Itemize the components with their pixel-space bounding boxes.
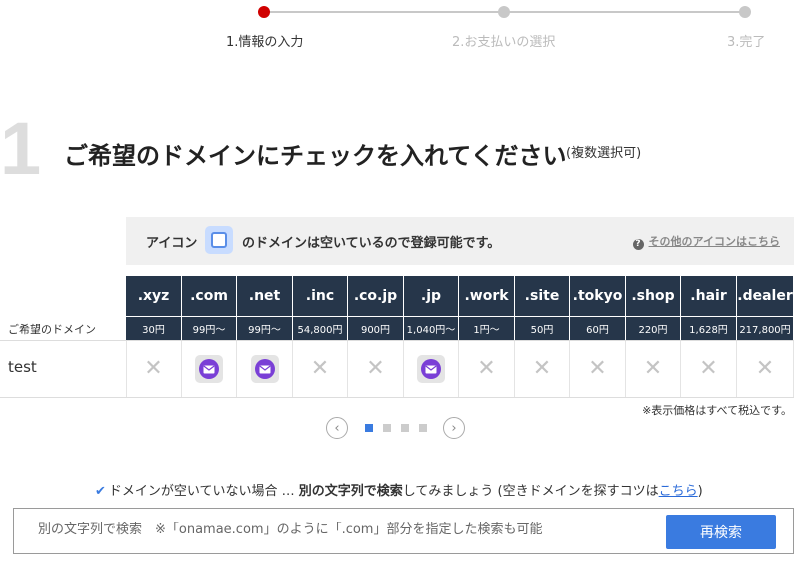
- tip-text: ドメインが空いていない場合 …: [108, 484, 299, 499]
- close-icon: ✕: [366, 356, 385, 381]
- unavailable-cell: ✕: [515, 341, 570, 397]
- tips-link[interactable]: こちら: [659, 484, 698, 499]
- tld-header: .tokyo: [570, 276, 626, 316]
- divider: [0, 340, 794, 341]
- legend-prefix: アイコン: [146, 236, 198, 251]
- legend-suffix: のドメインは空いているので登録可能です。: [242, 236, 501, 251]
- tld-price: 1,628円: [681, 317, 737, 340]
- close-icon: ✕: [699, 356, 718, 381]
- unavailable-cell: ✕: [126, 341, 182, 397]
- page-dot[interactable]: [383, 424, 391, 432]
- progress-stepper: 1.情報の入力 2.お支払いの選択 3.完了: [0, 0, 800, 60]
- tld-header: .jp: [404, 276, 459, 316]
- close-icon: ✕: [477, 356, 496, 381]
- available-icon[interactable]: [417, 355, 445, 383]
- available-domain-checkbox[interactable]: [237, 341, 293, 397]
- tld-price: 99円〜: [182, 317, 237, 340]
- step-label-1: 1.情報の入力: [226, 35, 304, 50]
- available-domain-checkbox[interactable]: [182, 341, 237, 397]
- icon-legend: アイコン のドメインは空いているので登録可能です。 ? その他のアイコンはこちら: [126, 217, 794, 265]
- page-dot[interactable]: [365, 424, 373, 432]
- step-dot-3: [739, 6, 751, 18]
- tld-header: .co.jp: [348, 276, 404, 316]
- unavailable-cell: ✕: [348, 341, 404, 397]
- tld-price: 30円: [126, 317, 182, 340]
- close-icon: ✕: [532, 356, 552, 381]
- tld-price: 900円: [348, 317, 404, 340]
- unavailable-cell: ✕: [459, 341, 515, 397]
- tld-header: .inc: [293, 276, 348, 316]
- step-label-2: 2.お支払いの選択: [452, 35, 556, 50]
- unavailable-cell: ✕: [293, 341, 348, 397]
- divider: [0, 397, 794, 398]
- search-tip: ✔ ドメインが空いていない場合 … 別の文字列で検索してみましょう (空きドメイン…: [95, 480, 703, 499]
- tld-header: .work: [459, 276, 515, 316]
- step-dot-2: [498, 6, 510, 18]
- research-button[interactable]: 再検索: [666, 515, 776, 549]
- tld-header: .net: [237, 276, 293, 316]
- page-dot[interactable]: [401, 424, 409, 432]
- unavailable-cell: ✕: [626, 341, 681, 397]
- tax-note: ※表示価格はすべて税込です。: [642, 404, 792, 417]
- mail-icon: [199, 359, 219, 379]
- tip-text: してみましょう (空きドメインを探すコツは: [402, 484, 659, 499]
- tld-header: .com: [182, 276, 237, 316]
- unavailable-cell: ✕: [737, 341, 794, 397]
- page-title: ご希望のドメインにチェックを入れてください: [64, 142, 567, 170]
- close-icon: ✕: [755, 356, 775, 381]
- tld-price: 220円: [626, 317, 681, 340]
- section-number: 1: [0, 107, 42, 190]
- available-icon[interactable]: [250, 355, 279, 383]
- tip-bold: 別の文字列で検索: [298, 484, 403, 499]
- tld-header: .shop: [626, 276, 681, 316]
- tld-header: .xyz: [126, 276, 182, 316]
- checkbox-icon: [205, 226, 233, 254]
- mail-icon: [254, 359, 275, 379]
- step-dot-1: [258, 6, 270, 18]
- available-domain-checkbox[interactable]: [404, 341, 459, 397]
- close-icon: ✕: [310, 356, 330, 381]
- tld-price: 50円: [515, 317, 570, 340]
- page-subtitle: (複数選択可): [566, 146, 642, 161]
- tip-text: ): [697, 484, 703, 499]
- close-icon: ✕: [144, 356, 163, 381]
- prev-page-button[interactable]: ‹: [326, 417, 348, 439]
- help-icon: ?: [632, 239, 644, 250]
- checkmark-icon: ✔: [95, 484, 106, 499]
- tld-price: 1,040円〜: [404, 317, 459, 340]
- close-icon: ✕: [643, 356, 663, 381]
- chevron-left-icon: ‹: [334, 420, 340, 436]
- row-label-domain: ご希望のドメイン: [8, 323, 96, 336]
- page-dot[interactable]: [419, 424, 427, 432]
- tld-header: .hair: [681, 276, 737, 316]
- next-page-button[interactable]: ›: [443, 417, 465, 439]
- tld-price: 60円: [570, 317, 626, 340]
- search-input[interactable]: [38, 522, 658, 537]
- other-icons-link[interactable]: ? その他のアイコンはこちら: [632, 233, 780, 250]
- chevron-right-icon: ›: [451, 420, 457, 436]
- unavailable-cell: ✕: [570, 341, 626, 397]
- tld-price: 54,800円: [293, 317, 348, 340]
- divider: [126, 341, 127, 397]
- close-icon: ✕: [588, 356, 607, 381]
- step-connector: [264, 11, 504, 13]
- tld-header: .dealer: [737, 276, 794, 316]
- tld-price: 99円〜: [237, 317, 293, 340]
- query-text: test: [8, 358, 37, 376]
- unavailable-cell: ✕: [681, 341, 737, 397]
- step-connector: [504, 11, 745, 13]
- tld-price: 1円〜: [459, 317, 515, 340]
- mail-icon: [421, 359, 441, 379]
- research-form: 再検索: [13, 508, 794, 554]
- tld-price: 217,800円: [737, 317, 794, 340]
- step-label-3: 3.完了: [727, 35, 766, 50]
- available-icon[interactable]: [195, 355, 223, 383]
- tld-header: .site: [515, 276, 570, 316]
